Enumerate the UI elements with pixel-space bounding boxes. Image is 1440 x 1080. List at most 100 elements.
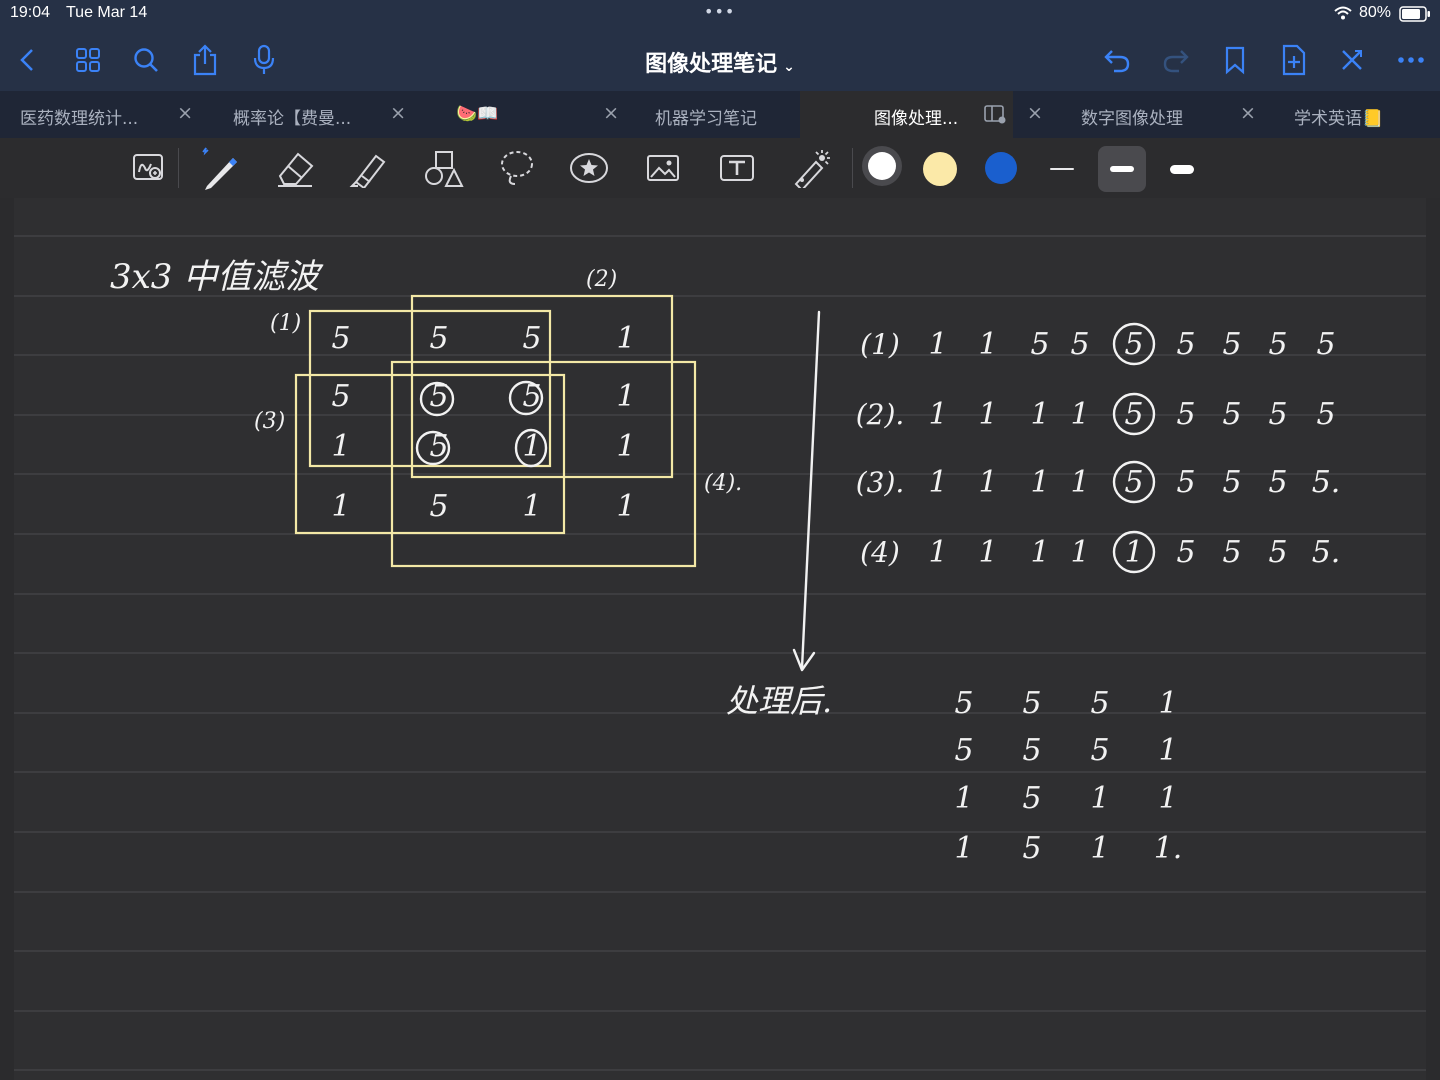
lasso-icon[interactable]: [494, 146, 540, 190]
window-label-2: (2): [586, 267, 617, 292]
sorted-value: 1: [928, 535, 947, 570]
tab-digital-image[interactable]: × 数字图像处理: [1013, 91, 1226, 138]
result-cell: 1: [1158, 781, 1177, 816]
multitask-dots[interactable]: •••: [704, 2, 735, 21]
nav-bar: 图像处理笔记 ⌄: [0, 36, 1440, 86]
tab-close-icon[interactable]: ×: [1240, 102, 1256, 124]
matrix-cell: 1: [522, 489, 541, 524]
pen-icon[interactable]: [196, 146, 242, 190]
result-cell: 1: [1090, 831, 1109, 866]
sorted-value: 5: [1268, 327, 1287, 362]
laser-pointer-icon[interactable]: [788, 146, 834, 190]
matrix-cell: 1: [331, 429, 350, 464]
tab-close-icon[interactable]: ×: [603, 102, 619, 124]
sorted-value: 5: [1316, 327, 1335, 362]
thickness-thick[interactable]: [1158, 146, 1206, 192]
sorted-value: 5: [1268, 465, 1287, 500]
thickness-medium[interactable]: [1098, 146, 1146, 192]
note-title: 3x3 中值滤波: [110, 257, 324, 297]
tab-close-icon[interactable]: ×: [177, 102, 193, 124]
search-icon[interactable]: [128, 42, 164, 78]
sticker-icon[interactable]: [566, 146, 612, 190]
share-icon[interactable]: [187, 42, 223, 78]
ruled-lines: [14, 235, 1426, 1071]
thickness-thin[interactable]: [1038, 146, 1086, 192]
sorted-value: 5: [1070, 327, 1089, 362]
bookmark-icon[interactable]: [1217, 42, 1253, 78]
sorted-value: 1: [928, 327, 947, 362]
matrix-cell: 1: [331, 489, 350, 524]
matrix-cell: 1: [616, 429, 635, 464]
text-icon[interactable]: [714, 146, 760, 190]
sorted-median-value: 1: [1124, 535, 1143, 570]
window-label-4: (4).: [704, 471, 742, 496]
matrix-cell: 5: [331, 379, 350, 414]
result-cell: 1: [954, 781, 973, 816]
microphone-icon[interactable]: [246, 42, 282, 78]
result-cell: 5: [1090, 733, 1109, 768]
result-cell: 5: [954, 733, 973, 768]
tab-image-processing[interactable]: 图像处理...: [800, 91, 1013, 138]
image-icon[interactable]: [640, 146, 686, 190]
result-cell: 5: [954, 686, 973, 721]
toolbar-divider: [852, 148, 853, 188]
sorted-value: 1: [978, 397, 997, 432]
result-cell: 5: [1022, 831, 1041, 866]
color-white-selected[interactable]: [862, 146, 902, 186]
color-blue[interactable]: [985, 152, 1017, 184]
sorted-value: 5: [1268, 535, 1287, 570]
after-processing-label: 处理后.: [726, 682, 832, 720]
tab-probability[interactable]: 概率论【费曼... ×: [213, 91, 426, 138]
matrix-cell: 5: [331, 321, 350, 356]
split-view-icon[interactable]: [983, 103, 1007, 125]
result-cell: 1: [1090, 781, 1109, 816]
sorted-value: 1: [1070, 397, 1089, 432]
handwritten-canvas[interactable]: 3x3 中值滤波 (1) (2) (3) (4). 5 5 5 15 5 5 11 5 1 11 5…: [14, 198, 1426, 1080]
color-yellow[interactable]: [923, 152, 957, 186]
tab-strip: 医药数理统计... × 概率论【费曼... × 🍉📖 × 机器学习笔记 × 图像…: [0, 91, 1440, 138]
result-cell: 1: [1158, 686, 1177, 721]
status-date: Tue Mar 14: [66, 4, 148, 21]
sorted-value: 5: [1176, 397, 1195, 432]
sorted-value: 5: [1268, 397, 1287, 432]
grid-icon[interactable]: [70, 42, 106, 78]
document-title[interactable]: 图像处理笔记 ⌄: [580, 46, 860, 78]
more-icon[interactable]: [1393, 42, 1429, 78]
sorted-value: 5: [1222, 535, 1241, 570]
tab-close-icon[interactable]: ×: [390, 102, 406, 124]
result-cell: 5: [1022, 733, 1041, 768]
sorted-row-label: (1): [860, 328, 900, 361]
tab-academic-english[interactable]: × 学术英语📒: [1226, 91, 1440, 138]
tab-label: 图像处理...: [874, 109, 959, 129]
result-cell: 1: [1158, 733, 1177, 768]
matrix-cell: 5: [522, 321, 541, 356]
redo-icon[interactable]: [1158, 42, 1194, 78]
sorted-row-label: (4): [860, 536, 900, 569]
add-page-icon[interactable]: [1276, 42, 1312, 78]
sorted-value: 5: [1176, 465, 1195, 500]
tab-close-icon[interactable]: ×: [1027, 102, 1043, 124]
sorted-rows: (1) 1 1 5 5 5 5 5 5 5(2). 1 1 1 1 5 5 5 5 5(3). 1 1 1 1 5 5 5 5 5.(…: [856, 322, 1340, 574]
tab-label: 🍉📖: [456, 104, 499, 124]
tab-watermelon-book[interactable]: 🍉📖 ×: [426, 91, 639, 138]
tab-label: 医药数理统计...: [20, 109, 139, 129]
sorted-value: 1: [978, 327, 997, 362]
sorted-median-value: 5: [1124, 397, 1143, 432]
tab-medical-stats[interactable]: 医药数理统计... ×: [0, 91, 213, 138]
sorted-value: 1: [1070, 465, 1089, 500]
shapes-icon[interactable]: [420, 146, 466, 190]
arrow-line: [800, 310, 821, 670]
sorted-value: 5: [1222, 465, 1241, 500]
close-icon[interactable]: [1334, 42, 1370, 78]
window-label-3: (3): [254, 409, 285, 434]
sorted-row-label: (2).: [856, 398, 905, 431]
eraser-icon[interactable]: [272, 146, 318, 190]
sorted-median-value: 5: [1124, 465, 1143, 500]
highlighter-icon[interactable]: [346, 146, 392, 190]
back-icon[interactable]: [10, 42, 46, 78]
undo-icon[interactable]: [1099, 42, 1135, 78]
zoom-window-icon[interactable]: [126, 146, 172, 190]
note-page[interactable]: 3x3 中值滤波 (1) (2) (3) (4). 55515551151115…: [14, 198, 1426, 1080]
matrix-cell: 1: [616, 321, 635, 356]
sorted-value: 1: [1070, 535, 1089, 570]
